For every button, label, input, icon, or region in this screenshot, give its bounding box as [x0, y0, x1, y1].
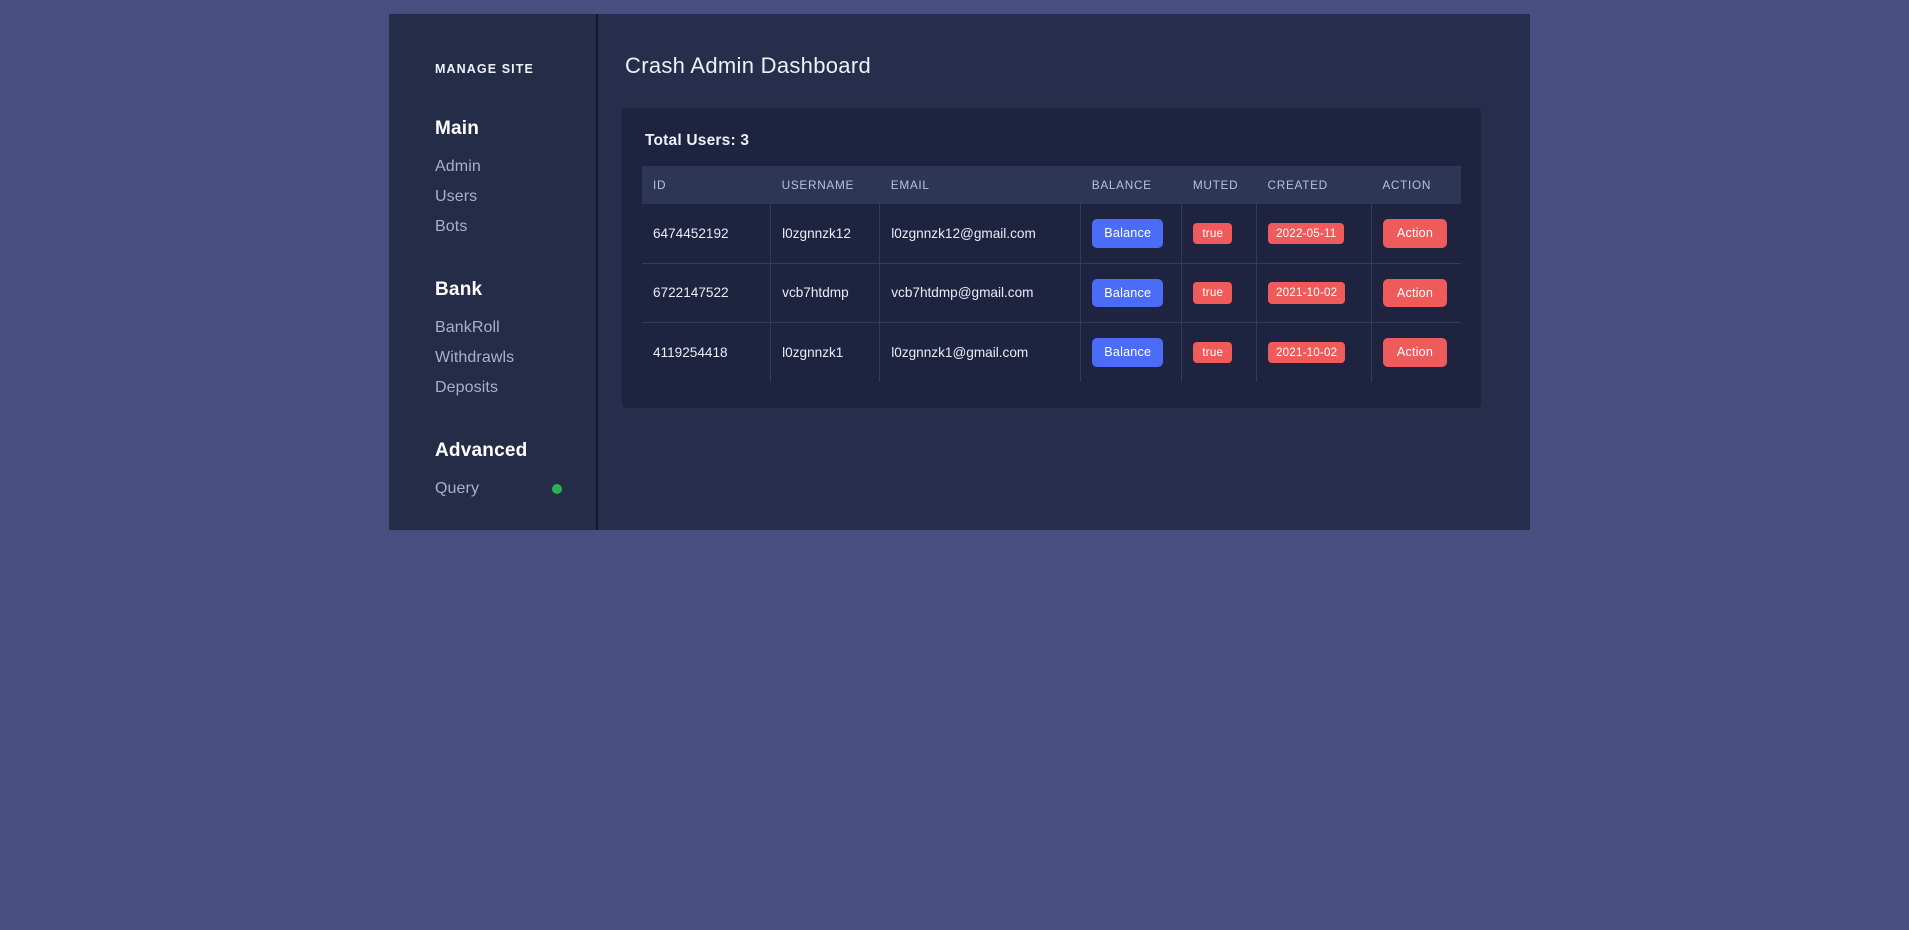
sidebar-group-title: Main	[389, 118, 596, 140]
column-header-balance: BALANCE	[1081, 166, 1182, 204]
main-content: Crash Admin Dashboard Total Users: 3 IDU…	[598, 14, 1530, 530]
sidebar-item-label: Users	[435, 188, 477, 206]
sidebar-item-users[interactable]: Users	[389, 182, 596, 212]
cell-username: vcb7htdmp	[771, 263, 880, 323]
cell-muted: true	[1182, 204, 1257, 263]
created-date-badge: 2021-10-02	[1268, 282, 1345, 304]
created-date-badge: 2022-05-11	[1268, 223, 1344, 245]
sidebar-group-title: Bank	[389, 279, 596, 301]
muted-badge: true	[1193, 342, 1232, 364]
sidebar-item-label: Deposits	[435, 379, 498, 397]
cell-email: l0zgnnzk12@gmail.com	[880, 204, 1081, 263]
sidebar-item-admin[interactable]: Admin	[389, 152, 596, 182]
cell-muted: true	[1182, 323, 1257, 382]
cell-id: 6722147522	[642, 263, 771, 323]
sidebar-item-query[interactable]: Query	[389, 474, 596, 504]
table-header: IDUSERNAMEEMAILBALANCEMUTEDCREATEDACTION	[642, 166, 1461, 204]
sidebar: MANAGE SITE Main Admin Users Bots Bank BankRo…	[389, 14, 598, 530]
muted-badge: true	[1193, 223, 1232, 245]
cell-id: 4119254418	[642, 323, 771, 382]
sidebar-item-bots[interactable]: Bots	[389, 212, 596, 242]
cell-created: 2022-05-11	[1257, 204, 1372, 263]
table-header-row: IDUSERNAMEEMAILBALANCEMUTEDCREATEDACTION	[642, 166, 1461, 204]
column-header-username: USERNAME	[771, 166, 880, 204]
table-body: 6474452192l0zgnnzk12l0zgnnzk12@gmail.com…	[642, 204, 1461, 382]
column-header-email: EMAIL	[880, 166, 1081, 204]
table-row: 4119254418l0zgnnzk1l0zgnnzk1@gmail.com Ba…	[642, 323, 1461, 382]
table-row: 6474452192l0zgnnzk12l0zgnnzk12@gmail.com…	[642, 204, 1461, 263]
app-window: MANAGE SITE Main Admin Users Bots Bank BankRo…	[389, 14, 1530, 530]
sidebar-item-bankroll[interactable]: BankRoll	[389, 313, 596, 343]
sidebar-item-label: Bots	[435, 218, 467, 236]
cell-balance: Balance	[1081, 263, 1182, 323]
sidebar-item-label: Query	[435, 480, 479, 498]
sidebar-group: Main Admin Users Bots	[389, 118, 596, 242]
table-row: 6722147522vcb7htdmpvcb7htdmp@gmail.com Ba…	[642, 263, 1461, 323]
sidebar-item-deposits[interactable]: Deposits	[389, 373, 596, 403]
cell-action: Action	[1371, 204, 1461, 263]
cell-created: 2021-10-02	[1257, 263, 1372, 323]
cell-created: 2021-10-02	[1257, 323, 1372, 382]
cell-email: l0zgnnzk1@gmail.com	[880, 323, 1081, 382]
users-table: IDUSERNAMEEMAILBALANCEMUTEDCREATEDACTION…	[642, 166, 1461, 382]
cell-id: 6474452192	[642, 204, 771, 263]
balance-button[interactable]: Balance	[1092, 279, 1163, 308]
column-header-id: ID	[642, 166, 771, 204]
sidebar-group: Advanced Query	[389, 440, 596, 504]
muted-badge: true	[1193, 282, 1232, 304]
action-button[interactable]: Action	[1383, 279, 1447, 308]
sidebar-nav: Main Admin Users Bots Bank BankRoll Withdrawls…	[389, 118, 596, 504]
users-card: Total Users: 3 IDUSERNAMEEMAILBALANCEMUT…	[622, 108, 1481, 408]
action-button[interactable]: Action	[1383, 219, 1447, 248]
cell-balance: Balance	[1081, 323, 1182, 382]
sidebar-group-title: Advanced	[389, 440, 596, 462]
cell-username: l0zgnnzk1	[771, 323, 880, 382]
column-header-created: CREATED	[1257, 166, 1372, 204]
sidebar-item-label: BankRoll	[435, 319, 500, 337]
status-dot-icon	[552, 484, 562, 494]
cell-balance: Balance	[1081, 204, 1182, 263]
brand-label: MANAGE SITE	[389, 14, 596, 76]
balance-button[interactable]: Balance	[1092, 219, 1163, 248]
cell-action: Action	[1371, 263, 1461, 323]
sidebar-item-label: Withdrawls	[435, 349, 514, 367]
balance-button[interactable]: Balance	[1092, 338, 1163, 367]
cell-email: vcb7htdmp@gmail.com	[880, 263, 1081, 323]
sidebar-group: Bank BankRoll Withdrawls Deposits	[389, 279, 596, 403]
sidebar-item-label: Admin	[435, 158, 481, 176]
cell-action: Action	[1371, 323, 1461, 382]
sidebar-item-withdrawls[interactable]: Withdrawls	[389, 343, 596, 373]
total-users-label: Total Users: 3	[645, 132, 1461, 150]
cell-username: l0zgnnzk12	[771, 204, 880, 263]
action-button[interactable]: Action	[1383, 338, 1447, 367]
page-title: Crash Admin Dashboard	[625, 53, 1492, 79]
column-header-muted: MUTED	[1182, 166, 1257, 204]
created-date-badge: 2021-10-02	[1268, 342, 1345, 364]
cell-muted: true	[1182, 263, 1257, 323]
column-header-action: ACTION	[1371, 166, 1461, 204]
